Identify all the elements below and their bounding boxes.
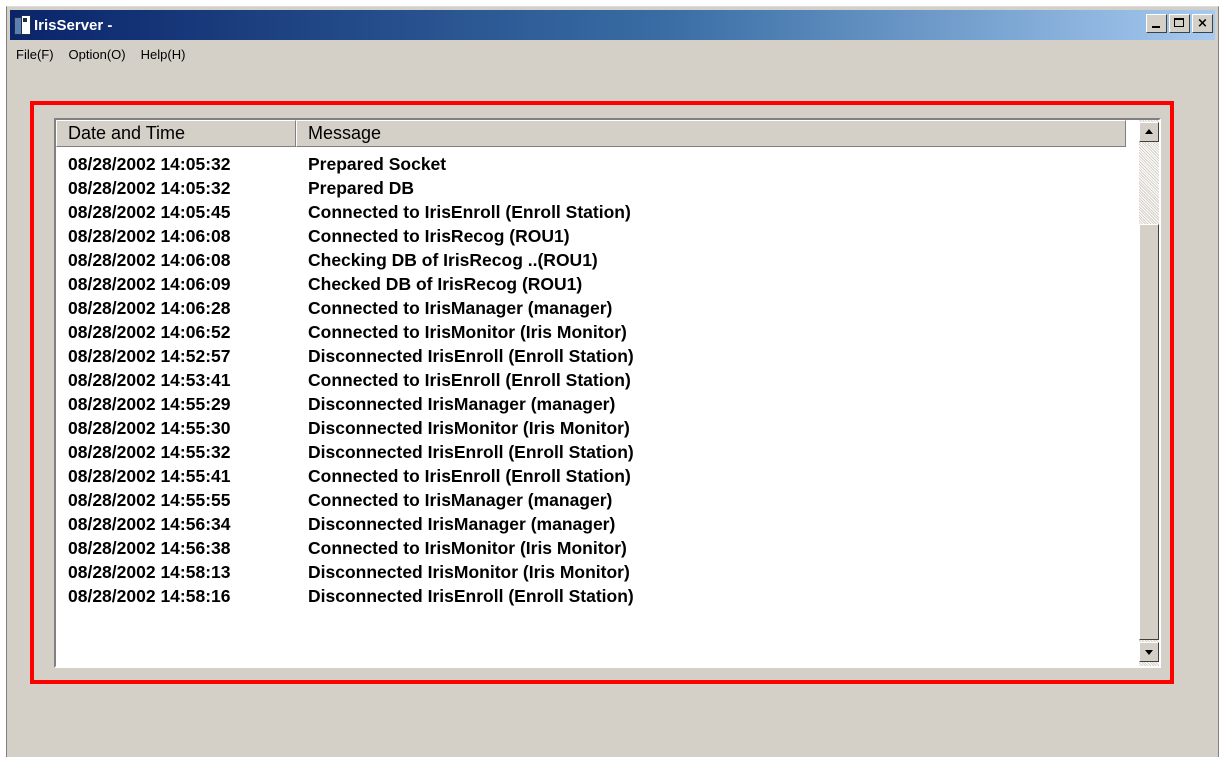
log-message-cell: Connected to IrisRecog (ROU1) <box>308 225 570 246</box>
log-message-cell: Disconnected IrisEnroll (Enroll Station) <box>308 345 634 366</box>
log-row[interactable]: 08/28/2002 14:52:57 Disconnected IrisEnro… <box>56 344 1126 368</box>
app-icon[interactable] <box>14 15 31 35</box>
log-row[interactable]: 08/28/2002 14:56:38 Connected to IrisMoni… <box>56 536 1126 560</box>
log-date-cell: 08/28/2002 14:55:30 <box>68 417 231 438</box>
log-message-cell: Connected to IrisEnroll (Enroll Station) <box>308 465 631 486</box>
log-date-cell: 08/28/2002 14:56:38 <box>68 537 231 558</box>
log-message-cell: Disconnected IrisManager (manager) <box>308 393 616 414</box>
minimize-icon <box>1152 26 1160 28</box>
menu-option[interactable]: Option(O) <box>63 47 135 62</box>
scroll-track-upper[interactable] <box>1139 144 1159 224</box>
log-row[interactable]: 08/28/2002 14:55:55 Connected to IrisMana… <box>56 488 1126 512</box>
column-header-message[interactable]: Message <box>296 120 1126 147</box>
log-row[interactable]: 08/28/2002 14:55:30 Disconnected IrisMoni… <box>56 416 1126 440</box>
log-message-cell: Checked DB of IrisRecog (ROU1) <box>308 273 583 294</box>
log-message-cell: Disconnected IrisMonitor (Iris Monitor) <box>308 561 630 582</box>
log-row[interactable]: 08/28/2002 14:55:41 Connected to IrisEnro… <box>56 464 1126 488</box>
vertical-scrollbar[interactable] <box>1139 120 1159 666</box>
log-message-cell: Disconnected IrisMonitor (Iris Monitor) <box>308 417 630 438</box>
minimize-button[interactable] <box>1146 14 1167 33</box>
log-row[interactable]: 08/28/2002 14:53:41 Connected to IrisEnro… <box>56 368 1126 392</box>
log-date-cell: 08/28/2002 14:55:29 <box>68 393 231 414</box>
arrow-down-icon <box>1145 650 1153 655</box>
maximize-icon <box>1174 18 1184 27</box>
log-row[interactable]: 08/28/2002 14:58:16 Disconnected IrisEnro… <box>56 584 1126 608</box>
scroll-thumb[interactable] <box>1139 224 1159 640</box>
log-rows: 08/28/2002 14:05:32 Prepared Socket 08/28/… <box>56 152 1126 608</box>
log-row[interactable]: 08/28/2002 14:05:45 Connected to IrisEnro… <box>56 200 1126 224</box>
log-date-cell: 08/28/2002 14:06:09 <box>68 273 231 294</box>
log-message-cell: Connected to IrisEnroll (Enroll Station) <box>308 369 631 390</box>
log-row[interactable]: 08/28/2002 14:05:32 Prepared Socket <box>56 152 1126 176</box>
log-row[interactable]: 08/28/2002 14:06:28 Connected to IrisMana… <box>56 296 1126 320</box>
log-message-cell: Connected to IrisManager (manager) <box>308 297 613 318</box>
log-date-cell: 08/28/2002 14:58:13 <box>68 561 231 582</box>
log-message-cell: Connected to IrisManager (manager) <box>308 489 613 510</box>
title-bar[interactable]: IrisServer - × <box>10 10 1215 40</box>
log-message-cell: Prepared Socket <box>308 153 447 174</box>
close-button[interactable]: × <box>1192 14 1213 33</box>
menu-bar: File(F) Option(O) Help(H) <box>10 43 1215 65</box>
log-date-cell: 08/28/2002 14:55:41 <box>68 465 231 486</box>
log-message-cell: Prepared DB <box>308 177 415 198</box>
arrow-up-icon <box>1145 129 1153 134</box>
log-row[interactable]: 08/28/2002 14:06:52 Connected to IrisMoni… <box>56 320 1126 344</box>
log-date-cell: 08/28/2002 14:55:55 <box>68 489 231 510</box>
log-row[interactable]: 08/28/2002 14:56:34 Disconnected IrisMana… <box>56 512 1126 536</box>
scroll-up-button[interactable] <box>1139 122 1159 142</box>
column-header-date[interactable]: Date and Time <box>56 120 296 147</box>
maximize-button[interactable] <box>1169 14 1190 33</box>
log-date-cell: 08/28/2002 14:56:34 <box>68 513 231 534</box>
log-date-cell: 08/28/2002 14:06:08 <box>68 249 231 270</box>
log-row[interactable]: 08/28/2002 14:58:13 Disconnected IrisMoni… <box>56 560 1126 584</box>
scroll-down-button[interactable] <box>1139 642 1159 662</box>
log-date-cell: 08/28/2002 14:53:41 <box>68 369 231 390</box>
log-message-cell: Connected to IrisMonitor (Iris Monitor) <box>308 537 627 558</box>
log-date-cell: 08/28/2002 14:58:16 <box>68 585 231 606</box>
log-message-cell: Connected to IrisEnroll (Enroll Station) <box>308 201 631 222</box>
log-date-cell: 08/28/2002 14:06:08 <box>68 225 231 246</box>
log-message-cell: Disconnected IrisManager (manager) <box>308 513 616 534</box>
window-title: IrisServer - <box>34 16 113 34</box>
window-controls: × <box>1146 14 1213 33</box>
menu-help[interactable]: Help(H) <box>135 47 195 62</box>
log-date-cell: 08/28/2002 14:55:32 <box>68 441 231 462</box>
log-row[interactable]: 08/28/2002 14:06:08 Connected to IrisReco… <box>56 224 1126 248</box>
log-date-cell: 08/28/2002 14:05:32 <box>68 177 231 198</box>
log-row[interactable]: 08/28/2002 14:06:08 Checking DB of IrisRe… <box>56 248 1126 272</box>
log-message-cell: Disconnected IrisEnroll (Enroll Station) <box>308 441 634 462</box>
log-row[interactable]: 08/28/2002 14:05:32 Prepared DB <box>56 176 1126 200</box>
log-date-cell: 08/28/2002 14:06:28 <box>68 297 231 318</box>
menu-file[interactable]: File(F) <box>10 47 63 62</box>
log-message-cell: Connected to IrisMonitor (Iris Monitor) <box>308 321 627 342</box>
log-date-cell: 08/28/2002 14:05:45 <box>68 201 231 222</box>
log-date-cell: 08/28/2002 14:06:52 <box>68 321 231 342</box>
close-icon: × <box>1197 16 1208 31</box>
log-date-cell: 08/28/2002 14:05:32 <box>68 153 231 174</box>
log-message-cell: Disconnected IrisEnroll (Enroll Station) <box>308 585 634 606</box>
log-row[interactable]: 08/28/2002 14:55:29 Disconnected IrisMana… <box>56 392 1126 416</box>
list-header: Date and Time Message <box>56 120 1126 147</box>
log-row[interactable]: 08/28/2002 14:55:32 Disconnected IrisEnro… <box>56 440 1126 464</box>
log-date-cell: 08/28/2002 14:52:57 <box>68 345 231 366</box>
log-row[interactable]: 08/28/2002 14:06:09 Checked DB of IrisRec… <box>56 272 1126 296</box>
log-list-view[interactable]: Date and Time Message 08/28/2002 14:05:3… <box>54 118 1161 668</box>
log-message-cell: Checking DB of IrisRecog ..(ROU1) <box>308 249 598 270</box>
